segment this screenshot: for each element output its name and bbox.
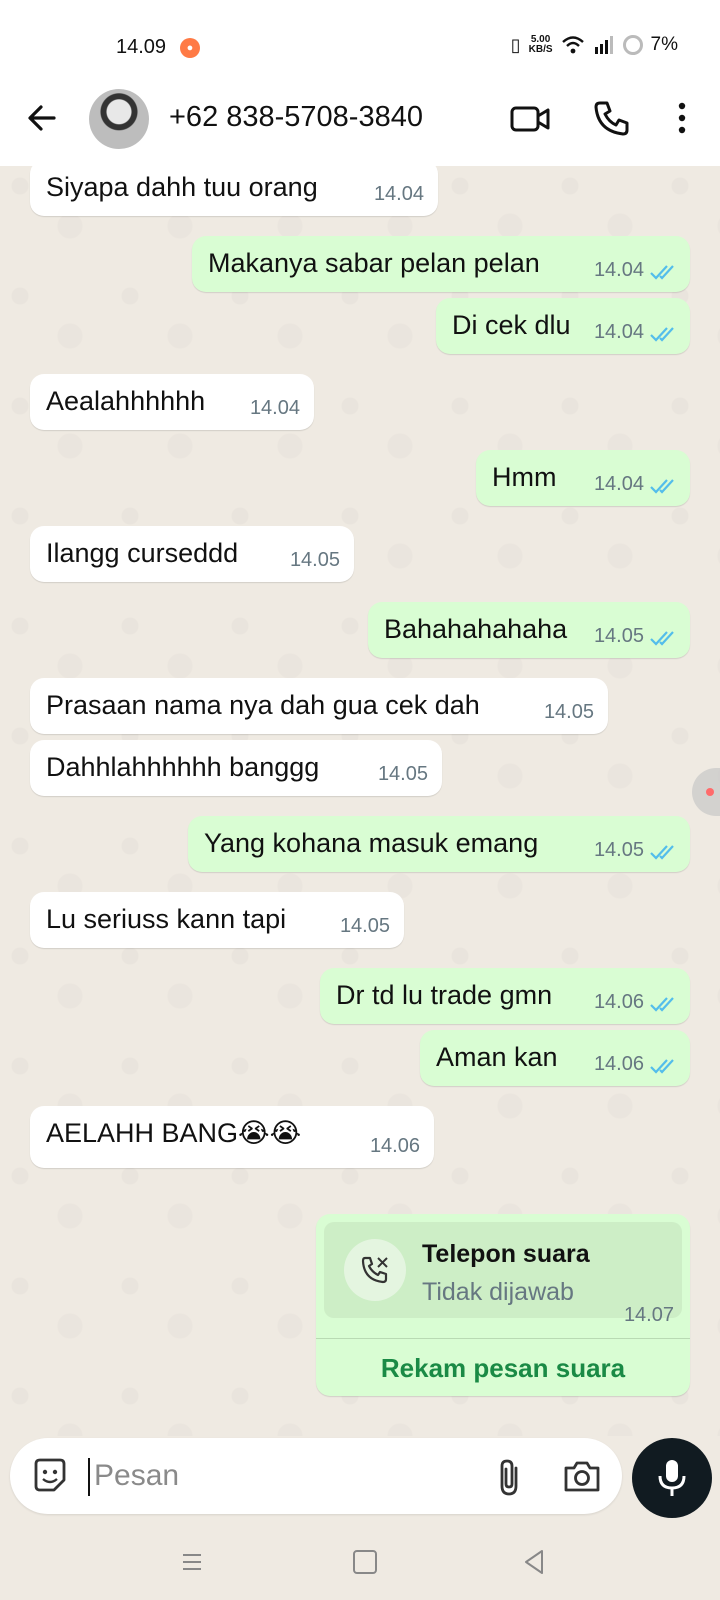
back-arrow-icon[interactable]	[22, 98, 62, 138]
message-time: 14.05	[593, 625, 644, 647]
message-text: Bahahahahaha	[384, 614, 568, 644]
message-text: AELAHH BANG😭😭	[46, 1118, 302, 1148]
mic-icon	[658, 1460, 686, 1496]
message-incoming[interactable]: Aealahhhhhh 14.04	[30, 374, 314, 430]
message-outgoing[interactable]: Hmm 14.04	[476, 450, 690, 506]
status-bar: 14.09 ● ▯ 5.00 KB/S 7%	[0, 0, 720, 84]
message-time: 14.04	[593, 473, 644, 495]
message-time: 14.04	[373, 183, 424, 205]
read-ticks-icon	[650, 327, 674, 342]
message-outgoing[interactable]: Aman kan 14.06	[420, 1030, 690, 1086]
floating-recorder-handle[interactable]	[692, 768, 720, 816]
status-time: 14.09	[116, 36, 167, 58]
message-composer	[10, 1438, 622, 1514]
message-outgoing[interactable]: Dr td lu trade gmn 14.06	[320, 968, 690, 1024]
missed-call-icon	[361, 1256, 388, 1284]
call-time: 14.07	[623, 1304, 674, 1326]
message-incoming[interactable]: Prasaan nama nya dah gua cek dah 14.05	[30, 678, 608, 734]
net-speed: 5.00 KB/S	[529, 35, 553, 55]
battery-icon	[622, 35, 643, 55]
read-ticks-icon	[650, 997, 674, 1012]
nav-back-icon[interactable]	[522, 1548, 546, 1576]
recents-icon[interactable]	[180, 1550, 204, 1574]
video-call-icon[interactable]	[510, 102, 550, 136]
message-text: Yang kohana masuk emang	[204, 828, 539, 858]
call-title: Telepon suara	[422, 1240, 590, 1268]
message-text: Makanya sabar pelan pelan	[208, 248, 540, 278]
message-incoming[interactable]: Lu seriuss kann tapi 14.05	[30, 892, 404, 948]
chat-area[interactable]: Siyapa dahh tuu orang 14.04 Makanya saba…	[0, 166, 720, 1436]
call-status: Tidak dijawab	[422, 1278, 574, 1306]
read-ticks-icon	[650, 631, 674, 646]
more-vert-icon[interactable]	[670, 98, 694, 138]
phone-icon[interactable]	[592, 98, 632, 138]
message-time: 14.04	[593, 321, 644, 343]
message-incoming[interactable]: Siyapa dahh tuu orang 14.04	[30, 166, 438, 216]
camera-icon[interactable]	[562, 1458, 602, 1494]
message-text: Lu seriuss kann tapi	[46, 904, 287, 934]
vibrate-icon: ▯	[510, 34, 521, 55]
divider	[316, 1338, 690, 1339]
missed-call-card[interactable]: Telepon suara Tidak dijawab 14.07 Rekam …	[316, 1214, 690, 1396]
message-text: Aealahhhhhh	[46, 386, 206, 416]
message-text: Aman kan	[436, 1042, 558, 1072]
battery-percent: 7%	[650, 34, 678, 55]
read-ticks-icon	[650, 265, 674, 280]
sticker-icon[interactable]	[30, 1456, 70, 1496]
message-text: Ilangg curseddd	[46, 538, 239, 568]
message-incoming[interactable]: Dahhlahhhhhh banggg 14.05	[30, 740, 442, 796]
call-info[interactable]: Telepon suara Tidak dijawab 14.07	[324, 1222, 682, 1326]
avatar[interactable]	[89, 89, 149, 149]
record-voice-message-button[interactable]: Rekam pesan suara	[316, 1340, 690, 1396]
message-text: Di cek dlu	[452, 310, 571, 340]
status-right: ▯ 5.00 KB/S 7%	[511, 34, 678, 56]
message-time: 14.05	[339, 915, 390, 937]
message-time: 14.04	[249, 397, 300, 419]
message-text: Dahhlahhhhhh banggg	[46, 752, 320, 782]
contact-name[interactable]: +62 838-5708-3840	[169, 101, 423, 134]
message-time: 14.05	[377, 763, 428, 785]
message-incoming[interactable]: Ilangg curseddd 14.05	[30, 526, 354, 582]
read-ticks-icon	[650, 479, 674, 494]
message-text: Prasaan nama nya dah gua cek dah	[46, 690, 480, 720]
message-outgoing[interactable]: Yang kohana masuk emang 14.05	[188, 816, 690, 872]
home-icon[interactable]	[353, 1550, 377, 1574]
missed-call-icon-wrap	[344, 1239, 406, 1301]
message-time: 14.06	[593, 1053, 644, 1075]
net-speed-unit: KB/S	[528, 44, 553, 55]
text-caret	[88, 1458, 90, 1496]
message-time: 14.05	[543, 701, 594, 723]
signal-icon	[594, 36, 613, 54]
message-incoming[interactable]: AELAHH BANG😭😭 14.06	[30, 1106, 434, 1168]
message-time: 14.06	[593, 991, 644, 1013]
mic-button[interactable]	[632, 1438, 712, 1518]
message-text: Dr td lu trade gmn	[336, 980, 553, 1010]
message-input[interactable]	[94, 1452, 454, 1500]
message-time: 14.04	[593, 259, 644, 281]
system-nav-bar	[0, 1524, 720, 1600]
message-text: Siyapa dahh tuu orang	[46, 172, 318, 202]
message-outgoing[interactable]: Bahahahahaha 14.05	[368, 602, 690, 658]
chat-header: +62 838-5708-3840	[0, 84, 720, 166]
message-time: 14.05	[289, 549, 340, 571]
message-outgoing[interactable]: Di cek dlu 14.04	[436, 298, 690, 354]
wifi-icon	[561, 36, 584, 54]
message-time: 14.05	[593, 839, 644, 861]
read-ticks-icon	[650, 1059, 674, 1074]
message-time: 14.06	[369, 1135, 420, 1157]
message-outgoing[interactable]: Makanya sabar pelan pelan 14.04	[192, 236, 690, 292]
attach-icon[interactable]	[492, 1456, 526, 1498]
message-text: Hmm	[492, 462, 557, 492]
read-ticks-icon	[650, 845, 674, 860]
screen-record-icon: ●	[180, 38, 200, 58]
